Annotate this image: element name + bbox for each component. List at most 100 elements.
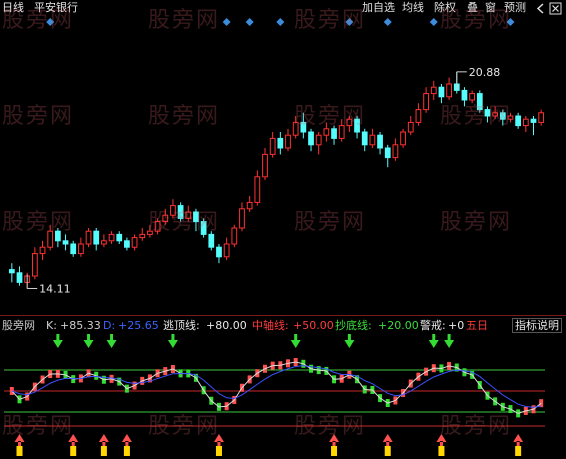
candlestick — [354, 116, 360, 139]
ex-rights-button[interactable]: 除权 — [434, 1, 456, 14]
candlestick — [492, 106, 499, 120]
candlestick — [315, 132, 322, 155]
candlestick — [538, 109, 545, 126]
panel-divider — [0, 315, 566, 316]
candlestick — [162, 208, 169, 225]
price-chart[interactable]: 20.88 14.11 — [0, 16, 566, 316]
candlestick — [515, 112, 522, 129]
candlestick — [446, 77, 452, 100]
candlestick — [484, 106, 491, 123]
buy-arrow-icon — [121, 434, 132, 448]
candlestick — [39, 240, 46, 260]
title-bar: 日线 平安银行 加自选 均线 除权 叠 窗 预测 — [0, 0, 566, 16]
buy-arrow-icon — [14, 434, 25, 448]
candlestick — [507, 112, 514, 123]
bottom-signal-bar — [70, 446, 77, 456]
alert-label: 警戒: — [420, 319, 446, 332]
candlestick — [415, 103, 422, 126]
candlestick — [47, 224, 54, 251]
bottom-line-label: 抄底线: — [335, 319, 372, 332]
signal-markers — [46, 18, 515, 26]
candlesticks — [8, 71, 545, 289]
candlestick — [269, 132, 276, 158]
diamond-marker — [506, 18, 515, 26]
overlay-button[interactable]: 叠 — [467, 1, 478, 14]
candlestick — [361, 128, 368, 152]
d-value: +25.65 — [118, 319, 159, 332]
candlestick — [31, 247, 38, 280]
candlestick — [200, 218, 207, 238]
candlestick — [62, 234, 69, 251]
mid-line-value: +50.00 — [293, 319, 334, 332]
escape-line-value: +80.00 — [206, 319, 247, 332]
bottom-signal-bar — [100, 446, 107, 456]
buy-arrow-icon — [513, 434, 524, 448]
candlestick — [530, 116, 537, 136]
d-label: D: — [103, 319, 116, 332]
candlestick — [108, 231, 115, 244]
k-label: K: — [46, 319, 57, 332]
candlestick — [277, 132, 284, 155]
indicator-chart[interactable] — [0, 334, 566, 459]
sell-arrow-icon — [344, 334, 355, 348]
candlestick — [308, 128, 314, 152]
buy-arrow-icon — [329, 434, 340, 448]
alert-value: +0 — [448, 319, 465, 332]
candlestick — [522, 116, 529, 132]
low-price-label: 14.11 — [39, 282, 71, 295]
high-price-annotation: 20.88 — [456, 66, 501, 90]
d-line — [11, 365, 542, 408]
app-window: 日线 平安银行 加自选 均线 除权 叠 窗 预测 20.88 14.11 股旁网… — [0, 0, 566, 459]
moving-average-button[interactable]: 均线 — [402, 1, 424, 14]
candlestick — [208, 231, 215, 251]
candlestick — [369, 128, 376, 148]
candlestick — [16, 266, 23, 286]
buy-arrow-icon — [382, 434, 393, 448]
candlestick — [147, 224, 153, 238]
candlestick — [131, 234, 138, 251]
add-favorite-button[interactable]: 加自选 — [362, 1, 395, 14]
candlestick — [8, 263, 15, 283]
candlestick — [116, 231, 123, 244]
bottom-signal-bar — [16, 446, 23, 456]
indicator-help-button[interactable]: 指标说明 — [512, 318, 562, 333]
close-box-icon[interactable] — [549, 2, 562, 15]
mid-line-label: 中轴线: — [252, 319, 289, 332]
candlestick — [285, 128, 291, 152]
sell-arrow-icon — [106, 334, 117, 348]
period-label[interactable]: 日线 — [2, 1, 24, 14]
candlestick — [323, 122, 330, 142]
bottom-signal-bar — [123, 446, 130, 456]
candlestick — [193, 208, 199, 232]
candlestick — [177, 202, 184, 222]
diamond-marker — [383, 18, 392, 26]
indicator-legend: 股旁网 K: +85.33 D: +25.65 逃顶线: +80.00 中轴线:… — [0, 319, 566, 333]
candlestick — [124, 237, 130, 251]
sell-arrow-icon — [83, 334, 94, 348]
buy-arrow-icon — [68, 434, 79, 448]
sell-arrow-icon — [167, 334, 178, 348]
bottom-signal-bar — [331, 446, 338, 456]
high-price-label: 20.88 — [469, 66, 501, 79]
window-button[interactable]: 窗 — [485, 1, 496, 14]
window-controls — [536, 2, 562, 15]
bottom-signal-bar — [384, 446, 391, 456]
diamond-marker — [245, 18, 254, 26]
chevron-left-icon[interactable] — [536, 3, 544, 14]
indicator-name[interactable]: 股旁网 — [2, 319, 35, 332]
diamond-marker — [429, 18, 438, 26]
candlestick — [254, 170, 261, 206]
forecast-button[interactable]: 预测 — [504, 1, 526, 14]
candlestick — [499, 109, 506, 126]
candlestick — [469, 90, 475, 104]
stock-name: 平安银行 — [34, 1, 78, 14]
candlestick — [392, 138, 399, 161]
candlestick — [476, 90, 483, 113]
candlestick — [292, 116, 299, 139]
candlestick — [331, 125, 337, 145]
candlestick — [70, 240, 77, 257]
candlestick — [407, 116, 414, 136]
candlestick — [54, 228, 61, 248]
diamond-marker — [345, 18, 354, 26]
candlestick — [154, 218, 161, 235]
